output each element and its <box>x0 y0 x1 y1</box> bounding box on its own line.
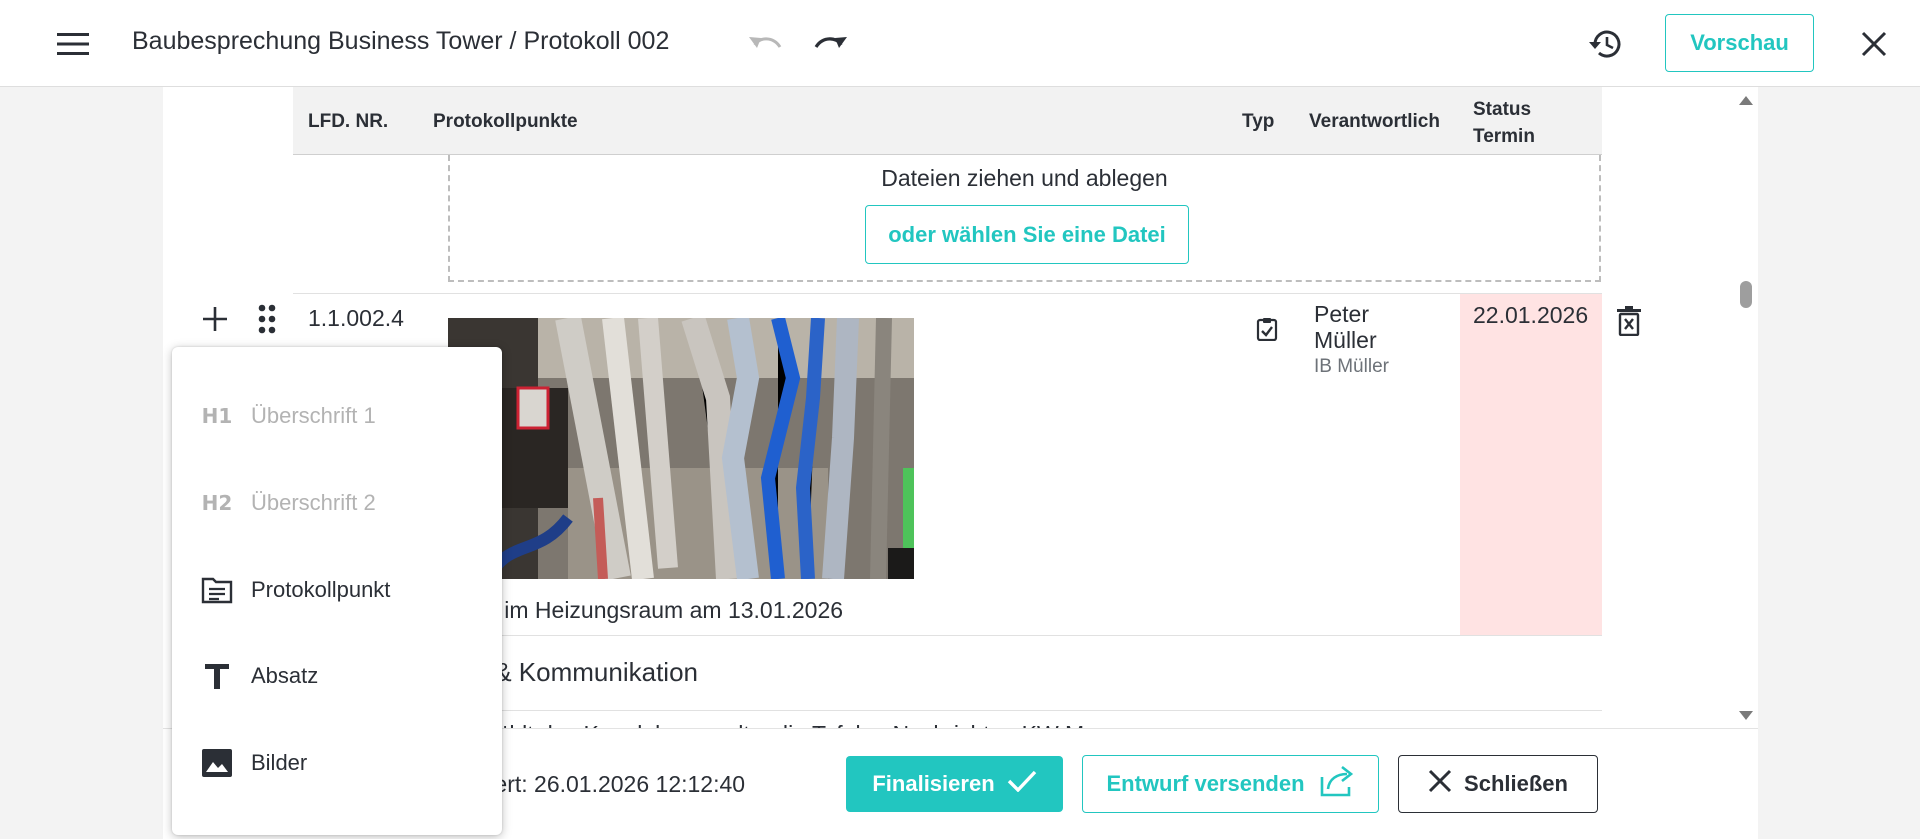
menu-item-absatz[interactable]: Absatz <box>172 641 502 711</box>
delete-icon[interactable] <box>1612 302 1646 340</box>
status-cell-overdue <box>1460 294 1602 635</box>
drag-handle-icon[interactable] <box>252 300 282 338</box>
finalize-label: Finalisieren <box>872 771 995 796</box>
menu-item-protokollpunkt[interactable]: Protokollpunkt <box>172 555 502 625</box>
undo-icon[interactable] <box>740 24 790 64</box>
column-header-status-termin: Status Termin <box>1473 96 1535 150</box>
responsible-company: IB Müller <box>1314 356 1389 377</box>
column-header-termin: Termin <box>1473 126 1535 147</box>
close-icon[interactable] <box>1850 24 1898 64</box>
finalize-button[interactable]: Finalisieren <box>846 756 1063 812</box>
saved-timestamp: ichert: 26.01.2026 12:12:40 <box>465 771 746 797</box>
close-label: Schließen <box>1464 771 1568 796</box>
image-icon <box>200 748 234 778</box>
heading-1-icon: H1 <box>201 404 233 428</box>
hamburger-menu-icon[interactable] <box>50 24 96 64</box>
document-title: Baubesprechung Business Tower / Protokol… <box>132 27 670 55</box>
photo-caption: ation im Heizungsraum am 13.01.2026 <box>448 597 844 623</box>
column-header-status: Status <box>1473 99 1532 120</box>
row-divider <box>293 293 1602 294</box>
column-header-verantwortlich: Verantwortlich <box>1309 111 1440 132</box>
menu-item-label: Protokollpunkt <box>251 577 391 602</box>
menu-item-heading-1[interactable]: H1 Überschrift 1 <box>172 381 502 451</box>
responsible-person: Peter Müller <box>1314 301 1424 353</box>
attached-photo[interactable] <box>448 318 914 579</box>
redo-icon[interactable] <box>806 24 856 64</box>
heading-2-icon: H2 <box>201 491 233 515</box>
menu-item-label: Überschrift 2 <box>251 490 376 515</box>
column-header-typ: Typ <box>1242 111 1275 132</box>
send-draft-label: Entwurf versenden <box>1106 771 1305 796</box>
text-icon <box>200 661 234 691</box>
history-icon[interactable] <box>1580 22 1632 66</box>
choose-file-button[interactable]: oder wählen Sie eine Datei <box>865 205 1189 264</box>
table-header: LFD. NR. Protokollpunkte Typ Verantwortl… <box>293 87 1602 155</box>
column-header-protokollpunkte: Protokollpunkte <box>433 111 578 132</box>
close-button[interactable]: Schließen <box>1398 755 1598 813</box>
file-dropzone[interactable]: Dateien ziehen und ablegen oder wählen S… <box>448 155 1601 282</box>
insert-block-menu: H1 Überschrift 1 H2 Überschrift 2 Protok… <box>172 347 502 835</box>
menu-item-label: Bilder <box>251 750 308 775</box>
close-x-icon <box>1428 769 1452 799</box>
column-header-nr: LFD. NR. <box>308 111 389 132</box>
scroll-down-arrow-icon[interactable] <box>1736 708 1756 724</box>
scroll-up-arrow-icon[interactable] <box>1736 92 1756 108</box>
add-icon[interactable] <box>196 300 234 338</box>
checkmark-icon <box>1007 770 1037 798</box>
menu-item-bilder[interactable]: Bilder <box>172 728 502 798</box>
app-header: Baubesprechung Business Tower / Protokol… <box>0 0 1920 87</box>
menu-item-label: Absatz <box>251 663 319 688</box>
menu-item-heading-2[interactable]: H2 Überschrift 2 <box>172 468 502 538</box>
dropzone-text: Dateien ziehen und ablegen <box>881 165 1168 191</box>
send-draft-button[interactable]: Entwurf versenden <box>1082 755 1379 813</box>
document-icon <box>200 575 234 605</box>
row-number: 1.1.002.4 <box>308 305 404 331</box>
share-icon <box>1319 765 1355 803</box>
task-type-clipboard-check-icon <box>1252 314 1282 344</box>
responsible-first-name: Peter <box>1314 301 1369 327</box>
responsible-last-name: Müller <box>1314 327 1377 353</box>
menu-item-label: Überschrift 1 <box>251 403 376 428</box>
preview-button[interactable]: Vorschau <box>1665 14 1814 72</box>
due-date: 22.01.2026 <box>1473 302 1589 328</box>
scrollbar-thumb[interactable] <box>1740 281 1752 308</box>
